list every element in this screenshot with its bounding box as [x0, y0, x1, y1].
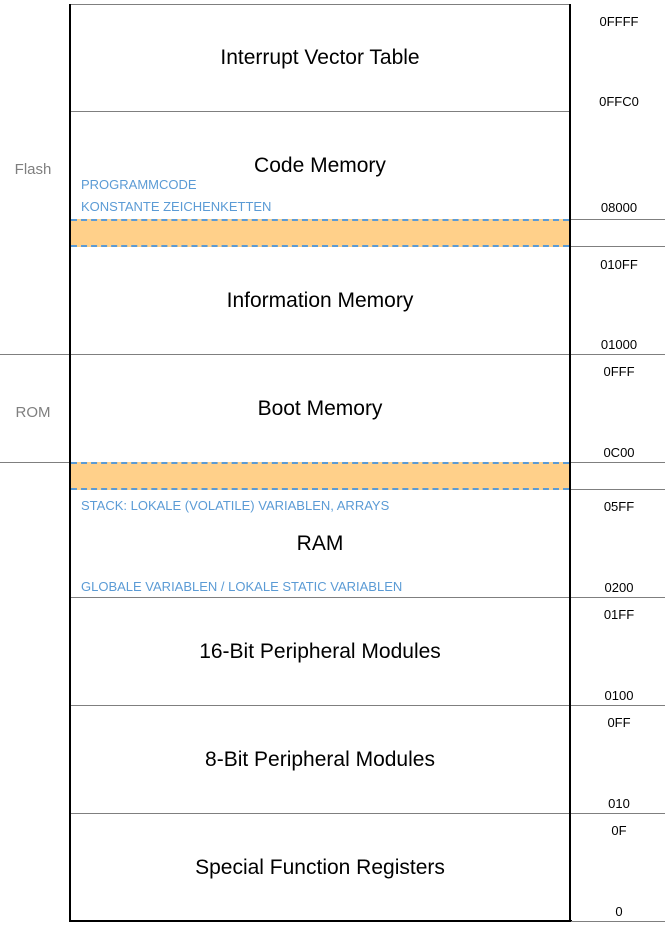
divider-p16-p8	[70, 705, 665, 706]
note-programmcode: PROGRAMMCODE	[81, 177, 197, 192]
segment-8bit-peripheral: 8-Bit Peripheral Modules	[205, 748, 435, 771]
divider-code-08000	[570, 219, 665, 220]
address-0200: 0200	[604, 580, 634, 595]
address-0ff: 0FF	[607, 715, 631, 730]
address-0ffff: 0FFFF	[599, 14, 639, 29]
divider-ram-p16	[70, 597, 665, 598]
divider-bottom	[69, 920, 572, 922]
address-0: 0	[615, 904, 623, 919]
address-0100: 0100	[604, 688, 634, 703]
segment-information-memory: Information Memory	[226, 289, 414, 312]
divider-flash-rom	[0, 354, 665, 355]
region-rom-label: ROM	[15, 404, 51, 421]
address-010: 010	[608, 796, 630, 811]
note-globale-variablen: GLOBALE VARIABLEN / LOKALE STATIC VARIAB…	[81, 579, 403, 594]
divider-ram-top	[570, 489, 665, 490]
divider-info-top	[570, 246, 665, 247]
flash-free-band	[71, 219, 569, 247]
address-08000: 08000	[600, 200, 638, 215]
note-konstante-zeichenketten: KONSTANTE ZEICHENKETTEN	[81, 199, 272, 214]
divider-rom-ram-right	[570, 462, 665, 463]
divider-ivt-code	[70, 111, 570, 112]
address-0ffc0: 0FFC0	[599, 94, 639, 109]
divider-p8-sfr	[70, 813, 665, 814]
divider-rom-ram	[0, 462, 71, 463]
address-0c00: 0C00	[603, 445, 635, 460]
segment-boot-memory: Boot Memory	[257, 397, 383, 420]
ram-free-band	[71, 462, 569, 490]
segment-code-memory: Code Memory	[254, 154, 386, 177]
segment-interrupt-vector-table: Interrupt Vector Table	[220, 46, 420, 69]
address-010ff: 010FF	[600, 257, 638, 272]
divider-top	[70, 4, 570, 5]
segment-16bit-peripheral: 16-Bit Peripheral Modules	[199, 640, 441, 663]
address-01000: 01000	[600, 337, 638, 352]
segment-special-function-registers: Special Function Registers	[195, 856, 445, 879]
region-flash-label: Flash	[14, 161, 52, 178]
memory-right-border	[569, 4, 571, 922]
divider-bottom-right	[570, 921, 665, 922]
address-0fff: 0FFF	[603, 364, 635, 379]
segment-ram: RAM	[296, 532, 344, 555]
address-01ff: 01FF	[603, 607, 635, 622]
address-0f: 0F	[611, 823, 627, 838]
note-stack: STACK: LOKALE (VOLATILE) VARIABLEN, ARRA…	[81, 498, 390, 513]
address-05ff: 05FF	[603, 499, 635, 514]
